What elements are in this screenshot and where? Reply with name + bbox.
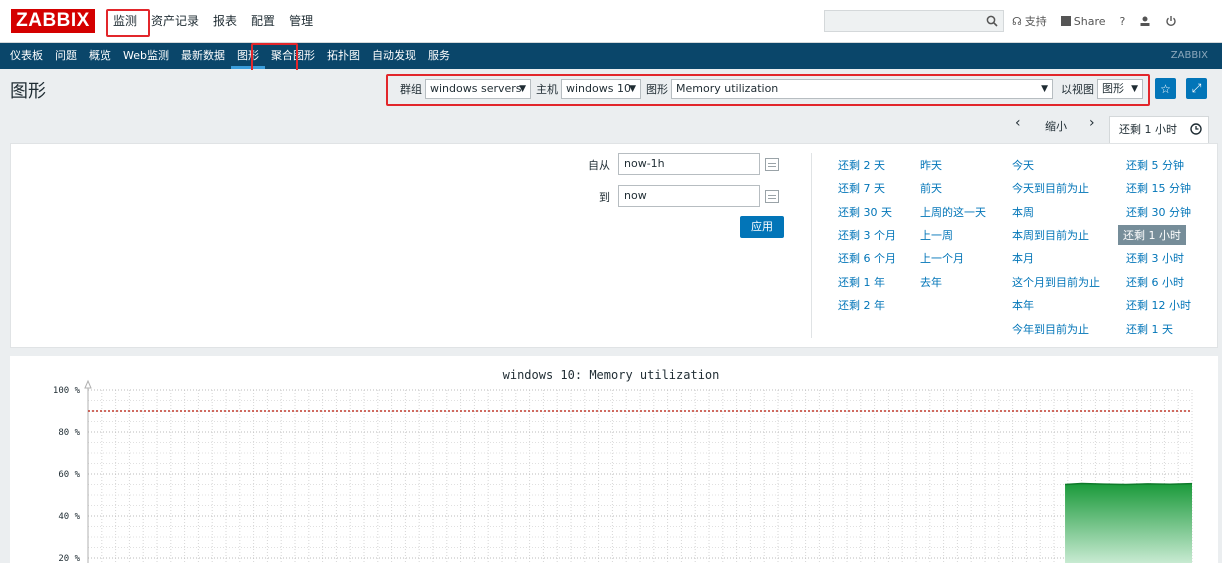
- favorite-button[interactable]: ☆: [1155, 78, 1176, 99]
- quick-range[interactable]: 今天到目前为止: [1012, 180, 1089, 196]
- top-menu-administration[interactable]: 管理: [282, 8, 320, 34]
- nav-problems[interactable]: 问题: [49, 43, 83, 69]
- nav-dashboard[interactable]: 仪表板: [4, 43, 49, 69]
- quick-range[interactable]: 本周: [1012, 204, 1034, 220]
- power-icon[interactable]: [1165, 15, 1177, 27]
- quick-range[interactable]: 还剩 6 个月: [838, 250, 896, 266]
- top-menu-inventory[interactable]: 资产记录: [144, 8, 206, 34]
- sub-navigation: 仪表板 问题 概览 Web监测 最新数据 图形 聚合图形 拓扑图 自动发现 服务…: [0, 43, 1222, 69]
- support-link[interactable]: ☊ 支持: [1012, 13, 1047, 29]
- from-input[interactable]: now-1h: [618, 153, 760, 175]
- share-icon: [1060, 16, 1071, 26]
- graph-container: [10, 356, 1218, 563]
- page-header: 图形 群组 windows servers ▼ 主机 windows 10 ▼ 图形…: [0, 70, 1222, 108]
- quick-range-active[interactable]: 还剩 1 小时: [1118, 225, 1186, 245]
- calendar-icon[interactable]: [765, 158, 779, 171]
- nav-brand: ZABBIX: [1170, 50, 1208, 61]
- filter-highlight-box: [386, 74, 1150, 106]
- user-icon[interactable]: [1139, 15, 1151, 27]
- help-button[interactable]: ?: [1120, 15, 1126, 28]
- quick-range[interactable]: 前天: [920, 180, 942, 196]
- nav-latest-data[interactable]: 最新数据: [175, 43, 231, 69]
- quick-range[interactable]: 还剩 15 分钟: [1126, 180, 1191, 196]
- top-menu-reports[interactable]: 报表: [206, 8, 244, 34]
- zoom-out-button[interactable]: 缩小: [1045, 118, 1067, 134]
- zabbix-logo[interactable]: ZABBIX: [11, 9, 95, 33]
- quick-range[interactable]: 还剩 1 年: [838, 274, 885, 290]
- page-title: 图形: [10, 81, 46, 102]
- clock-icon: [1190, 123, 1202, 135]
- quick-range[interactable]: 还剩 30 天: [838, 204, 892, 220]
- monitoring-highlight-box: [106, 9, 150, 37]
- time-range-tab[interactable]: 还剩 1 小时: [1109, 116, 1209, 143]
- quick-range[interactable]: 这个月到目前为止: [1012, 274, 1100, 290]
- nav-overview[interactable]: 概览: [83, 43, 117, 69]
- quick-range[interactable]: 去年: [920, 274, 942, 290]
- quick-range[interactable]: 还剩 12 小时: [1126, 297, 1191, 313]
- fullscreen-button[interactable]: ⤢: [1186, 78, 1207, 99]
- quick-range[interactable]: 还剩 2 天: [838, 157, 885, 173]
- nav-services[interactable]: 服务: [422, 43, 456, 69]
- quick-range[interactable]: 本年: [1012, 297, 1034, 313]
- to-input[interactable]: now: [618, 185, 760, 207]
- quick-range[interactable]: 上一个月: [920, 250, 964, 266]
- nav-maps[interactable]: 拓扑图: [321, 43, 366, 69]
- quick-range[interactable]: 还剩 7 天: [838, 180, 885, 196]
- headset-icon: ☊: [1012, 14, 1022, 28]
- apply-button[interactable]: 应用: [740, 216, 784, 238]
- search-icon: [986, 15, 998, 27]
- quick-range[interactable]: 今年到目前为止: [1012, 321, 1089, 337]
- panel-divider: [811, 153, 812, 338]
- top-menu-configuration[interactable]: 配置: [244, 8, 282, 34]
- quick-range[interactable]: 还剩 6 小时: [1126, 274, 1184, 290]
- nav-web[interactable]: Web监测: [117, 43, 175, 69]
- quick-range[interactable]: 上周的这一天: [920, 204, 986, 220]
- graph-title: windows 10: Memory utilization: [502, 368, 720, 382]
- share-link[interactable]: Share: [1060, 15, 1106, 28]
- quick-range[interactable]: 本月: [1012, 250, 1034, 266]
- nav-discovery[interactable]: 自动发现: [366, 43, 422, 69]
- time-filter-panel: [10, 143, 1218, 348]
- quick-range[interactable]: 还剩 5 分钟: [1126, 157, 1184, 173]
- quick-range[interactable]: 还剩 3 个月: [838, 227, 896, 243]
- quick-range[interactable]: 还剩 30 分钟: [1126, 204, 1191, 220]
- sub-menu: 仪表板 问题 概览 Web监测 最新数据 图形 聚合图形 拓扑图 自动发现 服务: [4, 43, 456, 69]
- time-next-button[interactable]: ›: [1089, 115, 1095, 131]
- quick-range[interactable]: 昨天: [920, 157, 942, 173]
- time-prev-button[interactable]: ‹: [1015, 115, 1021, 131]
- calendar-icon[interactable]: [765, 190, 779, 203]
- quick-range[interactable]: 上一周: [920, 227, 953, 243]
- to-label: 到: [599, 191, 610, 204]
- top-right-tools: ☊ 支持 Share ?: [1012, 10, 1177, 32]
- expand-icon: ⤢: [1191, 81, 1202, 95]
- from-label: 自从: [588, 159, 610, 172]
- top-bar: ZABBIX 监测 资产记录 报表 配置 管理 ☊ 支持 Share ?: [0, 0, 1222, 43]
- quick-range[interactable]: 还剩 2 年: [838, 297, 885, 313]
- quick-range[interactable]: 还剩 3 小时: [1126, 250, 1184, 266]
- star-icon: ☆: [1160, 81, 1171, 96]
- quick-range[interactable]: 今天: [1012, 157, 1034, 173]
- search-input[interactable]: [824, 10, 1004, 32]
- quick-range[interactable]: 本周到目前为止: [1012, 227, 1089, 243]
- quick-range[interactable]: 还剩 1 天: [1126, 321, 1173, 337]
